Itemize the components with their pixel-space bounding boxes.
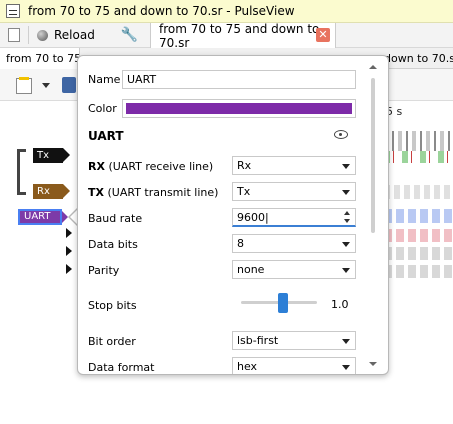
signal-label-uart[interactable]: UART xyxy=(18,209,68,225)
eye-icon[interactable] xyxy=(334,130,348,139)
new-document-icon[interactable] xyxy=(8,28,20,42)
reload-button[interactable]: Reload xyxy=(37,28,95,42)
decoder-row-1 xyxy=(384,209,453,223)
decoder-properties-popup: Name UART Color UART RX (UART receive li… xyxy=(77,55,389,375)
baud-rate-value: 9600 xyxy=(237,211,265,224)
decoder-row-4 xyxy=(384,265,453,278)
color-picker-button[interactable] xyxy=(122,99,356,118)
reload-label: Reload xyxy=(54,28,95,42)
data-bits-value: 8 xyxy=(237,237,244,250)
reload-icon xyxy=(37,29,48,41)
data-format-select[interactable]: hex xyxy=(232,357,356,374)
tx-label: TX (UART transmit line) xyxy=(88,186,218,199)
stop-bits-slider-handle[interactable] xyxy=(278,293,288,313)
signal-label-rx[interactable]: Rx xyxy=(33,184,70,199)
session-tab[interactable]: from 70 to 75 xyxy=(0,48,80,69)
stop-bits-value: 1.0 xyxy=(331,298,349,311)
rx-label-bold: RX xyxy=(88,160,105,173)
save-icon[interactable] xyxy=(62,77,76,93)
parity-label: Parity xyxy=(88,264,120,277)
waveform-rx xyxy=(384,185,453,199)
chevron-down-icon xyxy=(342,268,350,273)
open-file-icon[interactable] xyxy=(16,77,32,94)
expand-arrow-icon[interactable] xyxy=(66,228,72,238)
chevron-up-icon[interactable] xyxy=(344,211,350,215)
scroll-up-icon[interactable] xyxy=(369,65,377,69)
tx-label-rest: (UART transmit line) xyxy=(103,186,219,199)
title-bar: from 70 to 75 and down to 70.sr - PulseV… xyxy=(0,0,453,23)
popup-scrollbar[interactable] xyxy=(371,78,375,233)
chevron-down-icon[interactable] xyxy=(42,83,50,88)
bit-order-select[interactable]: lsb-first xyxy=(232,331,356,350)
window-title: from 70 to 75 and down to 70.sr - PulseV… xyxy=(28,4,295,18)
spinbox-arrows[interactable] xyxy=(344,211,352,224)
stop-bits-label: Stop bits xyxy=(88,299,137,312)
signal-group-bracket xyxy=(17,149,26,195)
chevron-down-icon xyxy=(342,339,350,344)
bit-order-label: Bit order xyxy=(88,335,136,348)
data-bits-label: Data bits xyxy=(88,238,138,251)
chevron-down-icon xyxy=(342,242,350,247)
decoder-row-3 xyxy=(384,247,453,260)
decoder-row-2 xyxy=(384,229,453,242)
chevron-down-icon xyxy=(342,365,350,370)
app-icon xyxy=(6,4,20,18)
waveform-tx-annotations xyxy=(384,151,453,163)
close-icon[interactable]: ✕ xyxy=(316,28,330,42)
rx-select-value: Rx xyxy=(237,159,252,172)
parity-select[interactable]: none xyxy=(232,260,356,279)
tab-file[interactable]: from 70 to 75 and down to 70.sr ✕ xyxy=(150,21,336,50)
tools-icon[interactable]: 🔧 xyxy=(121,27,138,43)
baud-rate-label: Baud rate xyxy=(88,212,143,225)
data-bits-select[interactable]: 8 xyxy=(232,234,356,253)
waveform-tx xyxy=(384,131,453,151)
main-toolbar: Reload 🔧 from 70 to 75 and down to 70.sr… xyxy=(0,21,453,50)
expand-arrow-icon[interactable] xyxy=(66,264,72,274)
chevron-down-icon[interactable] xyxy=(344,219,350,223)
expand-arrow-icon[interactable] xyxy=(66,246,72,256)
color-label: Color xyxy=(88,102,117,115)
data-format-label: Data format xyxy=(88,361,155,374)
parity-value: none xyxy=(237,263,265,276)
chevron-down-icon xyxy=(342,164,350,169)
tab-file-label: from 70 to 75 and down to 70.sr xyxy=(159,21,320,50)
tx-label-bold: TX xyxy=(88,186,104,199)
rx-select[interactable]: Rx xyxy=(232,156,356,175)
session-tab-right[interactable]: down to 70.sr xyxy=(384,48,453,69)
name-field[interactable]: UART xyxy=(122,70,356,89)
name-label: Name xyxy=(88,73,121,86)
toolbar-separator xyxy=(28,26,29,44)
chevron-down-icon xyxy=(342,190,350,195)
scroll-down-icon[interactable] xyxy=(369,362,377,366)
bit-order-value: lsb-first xyxy=(237,334,279,347)
rx-label-rest: (UART receive line) xyxy=(104,160,214,173)
tx-select[interactable]: Tx xyxy=(232,182,356,201)
data-format-value: hex xyxy=(237,360,258,373)
color-swatch-fill xyxy=(126,103,352,114)
signal-label-tx[interactable]: Tx xyxy=(33,148,70,163)
decoder-section-title: UART xyxy=(88,129,124,143)
rx-label: RX (UART receive line) xyxy=(88,160,213,173)
baud-rate-input[interactable]: 9600| xyxy=(232,208,356,227)
tx-select-value: Tx xyxy=(237,185,251,198)
